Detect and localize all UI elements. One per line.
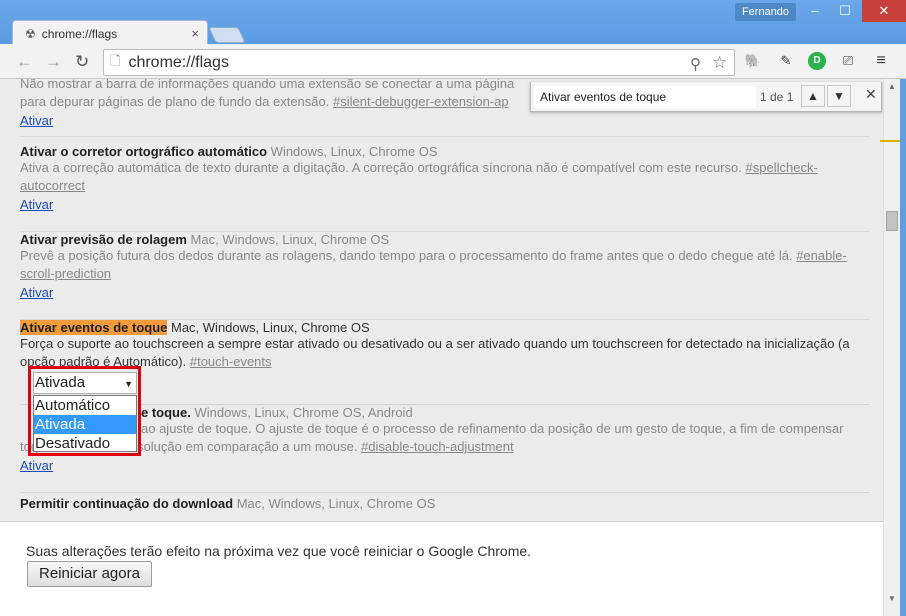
flag-description: Força o suporte ao touchscreen a sempre … [20,336,850,351]
flag-link-cont[interactable]: autocorrect [20,178,85,193]
flags-list: Não mostrar a barra de informações quand… [0,79,883,521]
find-input[interactable]: Ativar eventos de toque [534,86,756,108]
flag-radiation-icon: ☢ [25,26,36,41]
ativar-link[interactable]: Ativar [20,458,53,473]
flag-link[interactable]: #silent-debugger-extension-ap [333,94,509,109]
user-profile-button[interactable]: Fernando [735,3,796,21]
flag-link[interactable]: #touch-events [190,354,272,369]
flag-description: Prevê a posição futura dos dedos durante… [20,248,793,263]
maximize-icon[interactable]: ☐ [830,0,860,22]
flag-item: e toque. Windows, Linux, Chrome OS, Andr… [20,405,869,493]
magnifier-icon[interactable]: ⚲ [690,55,701,73]
toolbar: ← → ↻ 🗋 chrome://flags ⚲ ☆ 🐘 ✎ D ⎚ ≡ [0,44,906,79]
flag-platforms: Mac, Windows, Linux, Chrome OS [236,496,436,511]
restart-button[interactable]: Reiniciar agora [27,561,152,587]
ativar-link[interactable]: Ativar [20,113,53,128]
scroll-down-icon[interactable]: ▼ [884,594,900,603]
flag-platforms: Windows, Linux, Chrome OS, Android [194,405,413,420]
close-window-icon[interactable]: ✕ [862,0,906,22]
url-text: chrome://flags [128,53,229,71]
flag-title: Ativar o corretor ortográfico automático [20,144,268,159]
address-bar[interactable]: 🗋 chrome://flags ⚲ ☆ [103,49,735,76]
find-bar: Ativar eventos de toque 1 de 1 ▲ ▼ ✕ [530,82,882,112]
touch-events-select[interactable]: Ativada ▼ [33,372,137,394]
reload-icon[interactable]: ↻ [75,53,89,70]
find-prev-button[interactable]: ▲ [801,85,825,107]
tab-title: chrome://flags [41,26,118,41]
title-bar: ☢ chrome://flags × Fernando – ☐ ✕ [0,0,906,46]
flag-description: Ativa a correção automática de texto dur… [20,160,742,175]
ativar-link[interactable]: Ativar [20,197,53,212]
find-count: 1 de 1 [760,90,794,104]
flag-platforms: Windows, Linux, Chrome OS [270,144,438,159]
ativar-link[interactable]: Ativar [20,285,53,300]
flag-link[interactable]: #spellcheck- [746,160,818,175]
flag-title: Ativar previsão de rolagem [20,232,187,247]
flag-item: Ativar previsão de rolagem Mac, Windows,… [20,232,869,320]
flag-item: Permitir continuação do download Mac, Wi… [20,496,869,521]
flag-link[interactable]: #enable- [796,248,847,263]
evernote-icon[interactable]: 🐘 [744,52,762,70]
select-value: Ativada [35,374,86,391]
option-automatico[interactable]: Automático [34,396,136,415]
page-icon: 🗋 [110,52,121,68]
touch-events-dropdown: Automático Ativada Desativado [33,395,137,452]
scroll-thumb[interactable] [886,211,898,231]
find-match-marker [880,140,900,142]
arrow-left-icon[interactable]: ← [16,53,33,70]
scroll-up-icon[interactable]: ▲ [884,82,900,91]
new-tab-button[interactable] [208,27,246,43]
hamburger-menu-icon[interactable]: ≡ [872,52,890,70]
arrow-right-icon[interactable]: → [45,53,62,70]
option-ativada[interactable]: Ativada [34,415,136,434]
find-next-button[interactable]: ▼ [827,85,851,107]
restart-message: Suas alterações terão efeito na próxima … [26,543,532,559]
flag-title: Ativar eventos de toque [20,320,168,335]
cast-icon[interactable]: ⎚ [839,52,857,70]
green-circle-icon[interactable]: D [808,52,826,70]
restart-panel: Suas alterações terão efeito na próxima … [0,521,883,616]
tab-flags[interactable]: ☢ chrome://flags × [12,20,208,46]
find-close-icon[interactable]: ✕ [865,86,877,103]
flag-item-touch-events: Ativar eventos de toque Mac, Windows, Li… [20,320,869,405]
minimize-icon[interactable]: – [800,0,830,22]
flag-description: ao ajuste de toque. O ajuste de toque é … [141,421,844,436]
flag-platforms: Mac, Windows, Linux, Chrome OS [171,320,370,335]
dropdown-arrow-icon: ▼ [124,379,133,389]
option-desativado[interactable]: Desativado [34,434,136,453]
pen-icon[interactable]: ✎ [777,52,795,70]
flag-item: Ativar o corretor ortográfico automático… [20,144,869,232]
flag-link[interactable]: #disable-touch-adjustment [361,439,513,454]
flag-description-2: opção padrão é Automático). [20,354,187,369]
flag-platforms: Mac, Windows, Linux, Chrome OS [190,232,390,247]
flag-title-partial: e toque. [141,405,191,420]
scrollbar[interactable]: ▲ ▼ [883,79,900,616]
star-icon[interactable]: ☆ [712,53,727,73]
tab-close-icon[interactable]: × [191,26,199,41]
flag-title: Permitir continuação do download [20,496,234,511]
flag-description-2: para depurar páginas de plano de fundo d… [20,94,330,109]
flag-link-cont[interactable]: scroll-prediction [20,266,111,281]
browser-window: ☢ chrome://flags × Fernando – ☐ ✕ ← → ↻ … [0,0,906,616]
